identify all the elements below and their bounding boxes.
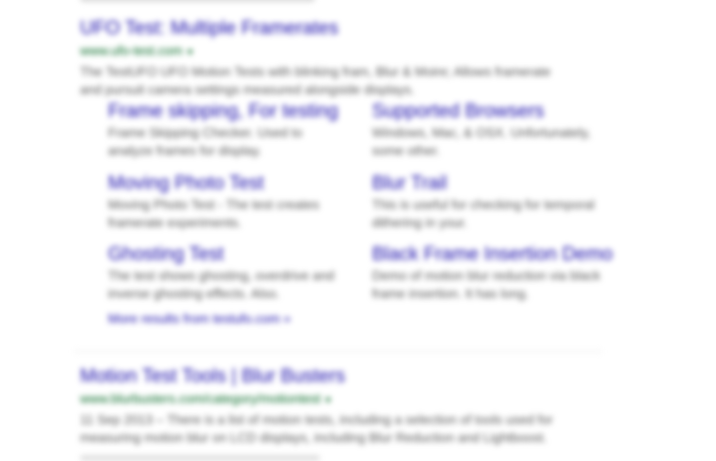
sitelink-title[interactable]: Moving Photo Test	[108, 173, 348, 195]
sitelink: Ghosting Test The test shows ghosting, o…	[108, 244, 348, 303]
more-results-link[interactable]: More results from testufo.com »	[108, 311, 291, 326]
search-result-1: UFO Test: Multiple Framerates www.ufo-te…	[80, 18, 600, 99]
result-url: www.ufo-test.com ▼	[80, 42, 600, 61]
sitelink-desc: Demo of motion blur reduction via black …	[372, 268, 601, 301]
search-result-2: Motion Test Tools | Blur Busters www.blu…	[80, 366, 600, 447]
sitelink-title[interactable]: Blur Trail	[372, 173, 612, 195]
next-result-fragment	[80, 455, 320, 461]
sitelink-title[interactable]: Frame skipping, For testing	[108, 101, 348, 123]
result-title[interactable]: Motion Test Tools | Blur Busters	[80, 366, 600, 388]
sitelink-title[interactable]: Ghosting Test	[108, 244, 348, 266]
result-url-text: www.ufo-test.com	[80, 43, 183, 58]
url-dropdown-arrow-icon[interactable]: ▼	[324, 395, 333, 405]
sitelink-desc: This is useful for checking for temporal…	[372, 197, 595, 230]
sitelink-desc: Moving Photo Test - The test creates fra…	[108, 197, 320, 230]
sitelink: Frame skipping, For testing Frame Skippi…	[108, 101, 348, 160]
result-snippet: 11 Sep 2013 – There is a list of motion …	[80, 412, 553, 445]
result-snippet: The TestUFO UFO Motion Tests with blinki…	[80, 64, 551, 97]
sitelink-desc: Frame Skipping Checker. Used to analyze …	[108, 125, 303, 158]
result-title[interactable]: UFO Test: Multiple Framerates	[80, 18, 600, 40]
sitelink: Moving Photo Test Moving Photo Test - Th…	[108, 173, 348, 232]
sitelink-title[interactable]: Black Frame Insertion Demo	[372, 244, 613, 266]
sitelink-desc: Windows, Mac, & OSX. Unfortunately, some…	[372, 125, 591, 158]
result-divider	[74, 351, 602, 352]
result-url-text: www.blurbusters.com/category/motiontest	[80, 391, 321, 406]
sitelink: Blur Trail This is useful for checking f…	[372, 173, 612, 232]
sitelink-desc: The test shows ghosting, overdrive and i…	[108, 268, 335, 301]
previous-result-fragment	[80, 0, 315, 2]
url-dropdown-arrow-icon[interactable]: ▼	[186, 47, 195, 57]
sitelink: Black Frame Insertion Demo Demo of motio…	[372, 244, 613, 303]
sitelink: Supported Browsers Windows, Mac, & OSX. …	[372, 101, 612, 160]
sitelink-title[interactable]: Supported Browsers	[372, 101, 612, 123]
result-url: www.blurbusters.com/category/motiontest ▼	[80, 390, 600, 409]
